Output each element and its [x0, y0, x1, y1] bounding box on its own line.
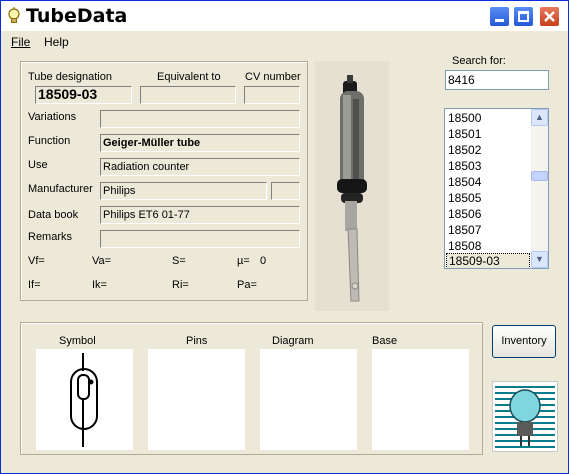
function-label: Function — [28, 135, 71, 147]
title-bar: TubeData — [1, 1, 568, 31]
remarks-label: Remarks — [28, 231, 73, 243]
list-item[interactable]: 18502 — [446, 143, 530, 159]
pa-label: Pa= — [237, 279, 257, 291]
mu-value: 0 — [260, 255, 267, 267]
variations-label: Variations — [28, 111, 77, 123]
use-label: Use — [28, 159, 48, 171]
arrow-down-icon: ▼ — [535, 254, 544, 264]
inventory-button[interactable]: Inventory — [492, 325, 556, 358]
symbol-label: Symbol — [59, 335, 96, 347]
lightbulb-icon — [7, 7, 23, 25]
close-button[interactable] — [539, 6, 560, 27]
app-logo — [492, 381, 558, 452]
menu-bar: File Help — [1, 32, 568, 52]
variations-field[interactable] — [100, 110, 300, 128]
vf-label: Vf= — [28, 255, 45, 267]
geiger-tube-symbol — [70, 353, 98, 447]
equivalent-label: Equivalent to — [157, 71, 221, 83]
symbol-panel — [36, 349, 133, 450]
s-label: S= — [172, 255, 186, 267]
scroll-thumb[interactable] — [531, 171, 548, 181]
cv-number-field[interactable] — [244, 86, 300, 104]
manufacturer-code-field[interactable] — [271, 182, 300, 200]
close-icon — [540, 7, 559, 26]
manufacturer-label: Manufacturer — [28, 183, 93, 195]
scroll-up-button[interactable]: ▲ — [531, 109, 548, 126]
function-field[interactable]: Geiger-Müller tube — [100, 134, 300, 152]
remarks-field[interactable] — [100, 230, 300, 248]
list-item[interactable]: 18506 — [446, 207, 530, 223]
diagram-label: Diagram — [272, 335, 314, 347]
manufacturer-field[interactable]: Philips — [100, 182, 267, 200]
va-label: Va= — [92, 255, 112, 267]
minimize-icon — [495, 19, 504, 22]
cv-number-label: CV number — [245, 71, 301, 83]
menu-file[interactable]: File — [11, 35, 30, 49]
tube-designation-label: Tube designation — [28, 71, 112, 83]
list-item[interactable]: 18507 — [446, 223, 530, 239]
list-item[interactable]: 18500 — [446, 111, 530, 127]
maximize-icon — [518, 11, 529, 22]
mu-label: µ= — [237, 255, 250, 267]
search-input[interactable]: 8416 — [445, 70, 549, 90]
tube-photo — [315, 61, 389, 311]
list-item[interactable]: 18501 — [446, 127, 530, 143]
ik-label: Ik= — [92, 279, 107, 291]
list-item[interactable]: 18504 — [446, 175, 530, 191]
arrow-up-icon: ▲ — [535, 112, 544, 122]
tube-listbox[interactable]: 18500 18501 18502 18503 18504 18505 1850… — [444, 108, 549, 269]
data-book-field[interactable]: Philips ET6 01-77 — [100, 206, 300, 224]
equivalent-field[interactable] — [140, 86, 236, 104]
pins-panel — [148, 349, 245, 450]
list-item-selected[interactable]: 18509-03 — [446, 253, 530, 268]
diagram-panel — [260, 349, 357, 450]
app-window: TubeData File Help Tube designation 1850… — [0, 0, 569, 474]
if-label: If= — [28, 279, 41, 291]
list-scrollbar[interactable]: ▲ ▼ — [531, 109, 548, 268]
base-panel — [372, 349, 469, 450]
maximize-button[interactable] — [513, 6, 534, 27]
data-book-label: Data book — [28, 209, 79, 221]
list-item[interactable]: 18503 — [446, 159, 530, 175]
menu-help[interactable]: Help — [44, 35, 69, 49]
list-item[interactable]: 18505 — [446, 191, 530, 207]
base-label: Base — [372, 335, 398, 347]
tube-designation-field[interactable]: 18509-03 — [35, 86, 132, 104]
search-label: Search for: — [452, 55, 506, 67]
minimize-button[interactable] — [489, 6, 510, 27]
window-title: TubeData — [26, 5, 128, 27]
pins-label: Pins — [186, 335, 208, 347]
use-field[interactable]: Radiation counter — [100, 158, 300, 176]
ri-label: Ri= — [172, 279, 189, 291]
scroll-down-button[interactable]: ▼ — [531, 251, 548, 268]
